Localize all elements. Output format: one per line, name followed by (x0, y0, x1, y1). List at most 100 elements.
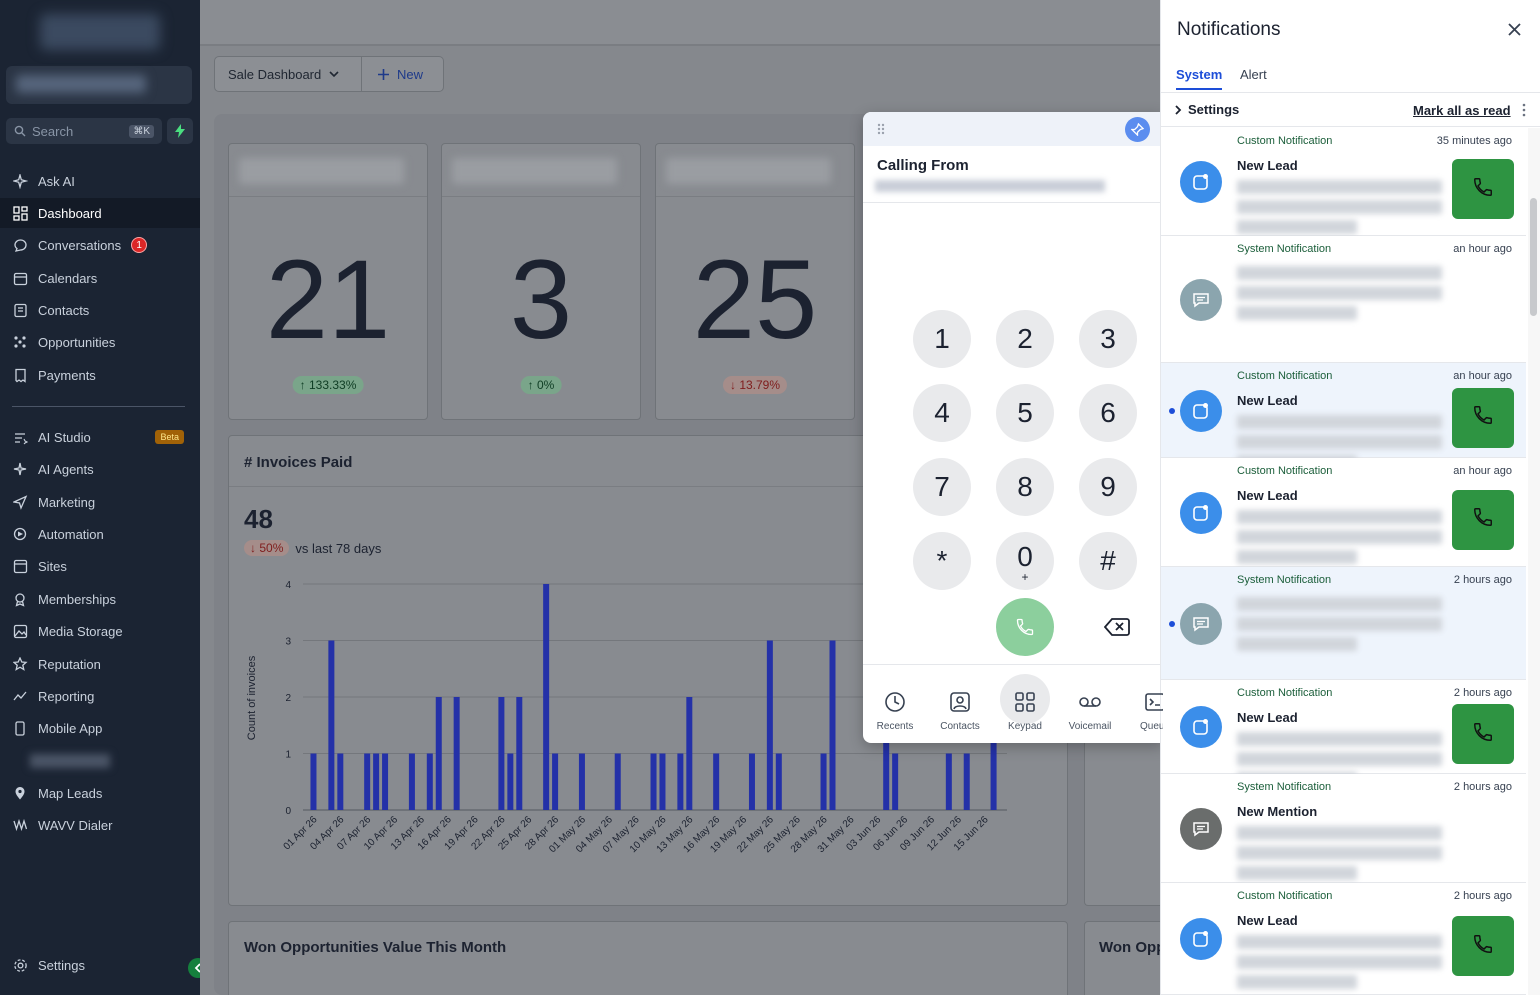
new-dashboard-button[interactable]: New (362, 56, 444, 92)
sidebar-item-mobile-app[interactable]: Mobile App (0, 713, 200, 743)
sidebar-item-reputation[interactable]: Reputation (0, 649, 200, 679)
notification-item[interactable]: Custom Notification 2 hours ago New Lead (1161, 680, 1526, 786)
dialer-nav-recents[interactable]: Recents (865, 672, 925, 738)
notification-body-redacted (1237, 597, 1442, 611)
notification-item[interactable]: Custom Notification 35 minutes ago New Lea… (1161, 128, 1526, 236)
dashboard-select-value: Sale Dashboard (228, 66, 322, 82)
sidebar-item-settings[interactable]: Settings (0, 950, 200, 980)
dialer-nav-voicemail[interactable]: Voicemail (1060, 672, 1120, 738)
dialer-header[interactable] (863, 112, 1163, 146)
phone-icon (1472, 721, 1494, 748)
sidebar-item-memberships[interactable]: Memberships (0, 584, 200, 614)
chart-bar (820, 753, 827, 810)
message-avatar-icon (1180, 807, 1222, 850)
company-logo (40, 14, 160, 50)
chart-bar (373, 753, 380, 810)
notification-item[interactable]: Custom Notification an hour ago New Lead (1161, 458, 1526, 567)
notification-item[interactable]: System Notification 2 hours ago New Mentio… (1161, 774, 1526, 883)
keypad-key[interactable]: 5 (996, 384, 1054, 442)
sidebar-item-conversations[interactable]: Conversations 1 (0, 230, 200, 260)
sidebar-item-dashboard[interactable]: Dashboard (0, 198, 200, 228)
notification-item[interactable]: System Notification an hour ago (1161, 236, 1526, 363)
keypad-key[interactable]: 4 (913, 384, 971, 442)
stat-card: 3 ↑ 0% (441, 143, 641, 420)
chart-bar (337, 753, 344, 810)
sidebar-item-contacts[interactable]: Contacts (0, 295, 200, 325)
call-lead-button[interactable] (1452, 159, 1514, 219)
keypad-key[interactable]: 9 (1079, 458, 1137, 516)
keypad-key[interactable]: 2 (996, 310, 1054, 368)
keypad-key[interactable]: 6 (1079, 384, 1137, 442)
sidebar-item-ai-agents[interactable]: AI Agents (0, 454, 200, 484)
chart-bar (328, 640, 335, 810)
backspace-button[interactable] (1101, 612, 1133, 642)
call-lead-button[interactable] (1452, 489, 1514, 550)
keypad-key[interactable]: 0 + (996, 532, 1054, 590)
notification-item[interactable]: System Notification 2 hours ago (1161, 567, 1526, 680)
sidebar-item-media-storage[interactable]: Media Storage (0, 616, 200, 646)
sidebar-item-ai-studio[interactable]: AI Studio Beta (0, 422, 200, 452)
dialer-nav-keypad[interactable]: Keypad (995, 672, 1055, 738)
phone-icon (1472, 176, 1494, 203)
star-icon (12, 656, 28, 672)
call-lead-button[interactable] (1452, 916, 1514, 976)
keypad-icon (1015, 692, 1035, 712)
tab-alert[interactable]: Alert (1240, 67, 1267, 82)
sidebar-item-marketing[interactable]: Marketing (0, 487, 200, 517)
sidebar: Search ⌘K Ask AI Dashboard Conversations 1 C… (0, 0, 208, 995)
chevron-right-icon (1175, 104, 1182, 115)
pin-button[interactable] (1125, 117, 1150, 142)
sidebar-item-opportunities[interactable]: Opportunities (0, 327, 200, 357)
close-notifications-button[interactable] (1504, 19, 1524, 39)
dialer-nav-queue[interactable]: Queue (1125, 672, 1163, 738)
sidebar-item-label: Settings (38, 957, 85, 973)
top-bar (200, 0, 1160, 46)
send-icon (12, 494, 28, 510)
notification-item[interactable]: Custom Notification 2 hours ago New Lead (1161, 883, 1526, 995)
notification-settings-toggle[interactable]: Settings (1175, 102, 1239, 117)
chart-bar (766, 640, 773, 810)
notification-time: 2 hours ago (1453, 574, 1512, 586)
drag-handle-icon[interactable] (877, 123, 885, 135)
keypad-key[interactable]: * (913, 532, 971, 590)
dashboard-select[interactable]: Sale Dashboard (214, 56, 362, 92)
keypad-key[interactable]: 7 (913, 458, 971, 516)
call-lead-button[interactable] (1452, 387, 1514, 448)
quick-actions-button[interactable] (167, 118, 193, 144)
notification-heading: New Lead (1237, 913, 1298, 928)
pin-icon (1131, 123, 1144, 136)
keypad-key[interactable]: 3 (1079, 310, 1137, 368)
sidebar-item-payments[interactable]: Payments (0, 360, 200, 390)
call-button[interactable] (996, 598, 1054, 656)
message-avatar-icon (1180, 602, 1222, 645)
sidebar-item-wavv-dialer[interactable]: WAVV Dialer (0, 810, 200, 840)
automation-icon (12, 526, 28, 542)
notification-body-redacted (1237, 180, 1442, 194)
sidebar-item-label: Memberships (38, 591, 117, 607)
more-options-button[interactable] (1519, 102, 1529, 118)
mark-all-read-link[interactable]: Mark all as read (1413, 103, 1511, 118)
keypad-key[interactable]: # (1079, 532, 1137, 590)
sidebar-item-ask-ai[interactable]: Ask AI (0, 166, 200, 196)
scrollbar-thumb[interactable] (1530, 198, 1537, 316)
calling-from-number[interactable] (875, 180, 1105, 192)
sidebar-item-reporting[interactable]: Reporting (0, 681, 200, 711)
notification-body-redacted (1237, 935, 1442, 949)
sidebar-item-automation[interactable]: Automation (0, 519, 200, 549)
sidebar-item-map-leads[interactable]: Map Leads (0, 778, 200, 808)
call-lead-button[interactable] (1452, 704, 1514, 764)
backspace-icon (1104, 618, 1130, 636)
keypad-key[interactable]: 1 (913, 310, 971, 368)
tab-system[interactable]: System (1176, 67, 1223, 90)
account-switcher[interactable] (6, 66, 192, 104)
notification-item[interactable]: Custom Notification an hour ago New Lead (1161, 363, 1526, 469)
chart-bar (713, 753, 720, 810)
arrow-up-icon: ↑ (527, 378, 537, 392)
sidebar-item-sites[interactable]: Sites (0, 551, 200, 581)
sidebar-item-calendars[interactable]: Calendars (0, 263, 200, 293)
sidebar-item-hidden[interactable] (30, 754, 110, 768)
search-input[interactable]: Search ⌘K (6, 118, 162, 144)
stat-card: 21 ↑ 133.33% (228, 143, 428, 420)
dialer-nav-contacts[interactable]: Contacts (930, 672, 990, 738)
keypad-key[interactable]: 8 (996, 458, 1054, 516)
